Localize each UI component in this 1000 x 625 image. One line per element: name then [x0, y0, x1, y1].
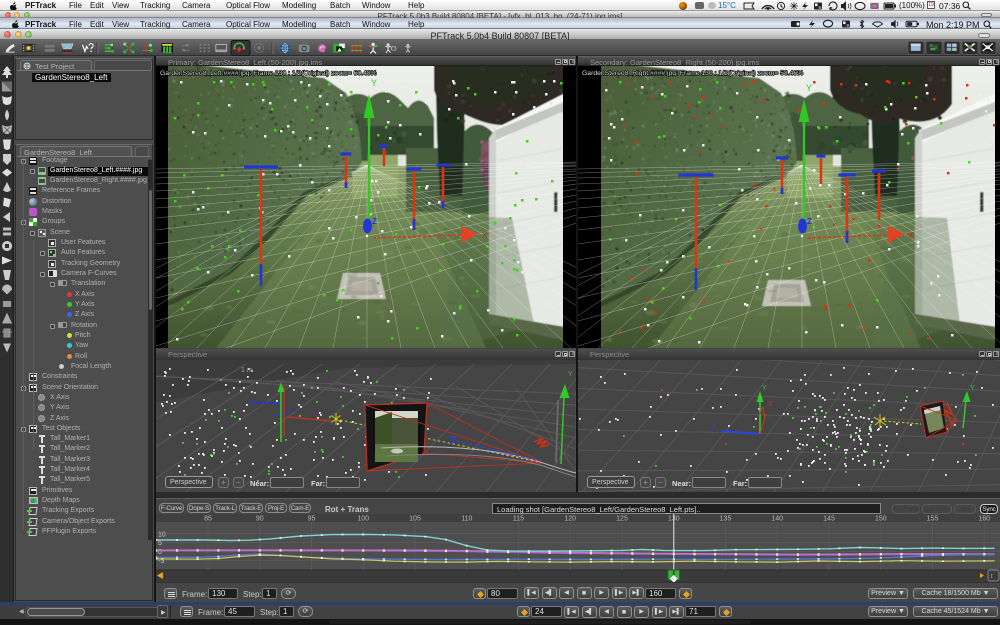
svg-text:115: 115: [513, 516, 524, 523]
svg-text:90: 90: [256, 516, 264, 523]
svg-text:95: 95: [308, 516, 316, 523]
svg-text:Y: Y: [762, 385, 767, 392]
svg-text:100: 100: [357, 516, 369, 523]
svg-text:155: 155: [927, 516, 939, 523]
svg-text:GardenStereo8_Right.####.jpg:: GardenStereo8_Right.####.jpg: Frame 130 …: [582, 70, 803, 77]
svg-text:X: X: [482, 231, 488, 240]
svg-text:X: X: [768, 401, 773, 408]
svg-text:145: 145: [823, 516, 835, 523]
svg-text:150: 150: [875, 516, 887, 523]
svg-text:Y: Y: [568, 371, 573, 378]
svg-text:105: 105: [409, 516, 421, 523]
svg-text:↕: ↕: [990, 573, 994, 580]
svg-text:120: 120: [564, 516, 576, 523]
svg-text:110: 110: [461, 516, 472, 523]
svg-text:1 m: 1 m: [241, 367, 253, 374]
svg-text:Y: Y: [371, 78, 377, 88]
svg-text:10: 10: [158, 532, 166, 539]
svg-text:140: 140: [771, 516, 783, 523]
svg-text:125: 125: [616, 516, 628, 523]
svg-text:85: 85: [204, 516, 212, 523]
svg-text:GardenStereo8_Left.####.jpg: F: GardenStereo8_Left.####.jpg: Frame 130 :…: [160, 70, 377, 77]
svg-text:Y: Y: [970, 385, 975, 392]
svg-text:Y: Y: [806, 83, 812, 93]
svg-text:Z: Z: [372, 217, 377, 226]
svg-text:Z: Z: [712, 424, 717, 431]
svg-text:160: 160: [978, 516, 990, 523]
svg-text:Z: Z: [807, 217, 812, 226]
svg-text:135: 135: [720, 516, 732, 523]
svg-text:5: 5: [158, 540, 162, 547]
svg-text:X: X: [909, 231, 915, 240]
